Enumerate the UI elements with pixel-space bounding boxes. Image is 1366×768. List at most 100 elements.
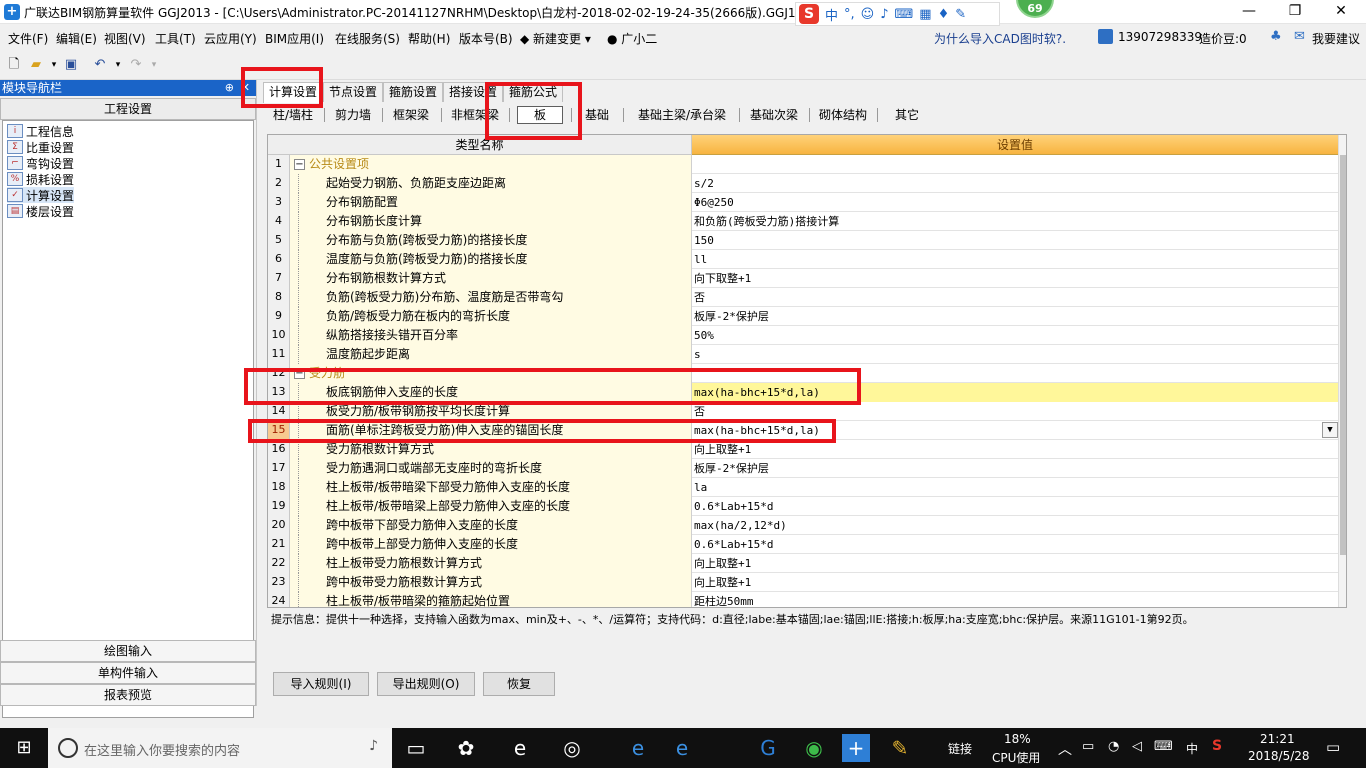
row-value-cell[interactable]: ll xyxy=(692,250,1338,269)
row-name-cell[interactable]: 纵筋搭接接头错开百分率 xyxy=(290,326,692,345)
bell-icon[interactable]: ♣ xyxy=(1270,29,1282,44)
account-phone[interactable]: 13907298339 xyxy=(1118,30,1202,44)
nav-item-loss[interactable]: % 损耗设置 xyxy=(7,171,74,187)
table-row[interactable]: 15 面筋(单标注跨板受力筋)伸入支座的锚固长度 max(ha-bhc+15*d,l… xyxy=(268,421,1338,440)
table-row[interactable]: 11 温度筋起步距离 s xyxy=(268,345,1338,364)
restore-default-button[interactable]: 恢复 xyxy=(483,672,555,696)
export-rules-button[interactable]: 导出规则(O) xyxy=(377,672,475,696)
setting-value[interactable]: 否 xyxy=(694,291,705,304)
task-view-icon[interactable]: ▭ xyxy=(402,734,430,762)
keyboard-tray-icon[interactable]: ⌨ xyxy=(1154,739,1173,754)
tray-monitor-icon[interactable]: ▭ xyxy=(1082,739,1094,754)
table-row[interactable]: 3 分布钢筋配置 Φ6@250 xyxy=(268,193,1338,212)
minimize-button[interactable]: — xyxy=(1226,0,1272,24)
close-button[interactable]: ✕ xyxy=(1318,0,1364,24)
subtab-masonry[interactable]: 砌体结构 xyxy=(813,104,873,126)
menu-help[interactable]: 帮助(H) xyxy=(408,30,450,47)
row-name-cell[interactable]: 柱上板带/板带暗梁的箍筋起始位置 xyxy=(290,592,692,607)
collapse-icon[interactable]: − xyxy=(294,159,305,170)
sogou-tray-icon[interactable]: S xyxy=(1212,738,1222,754)
table-row[interactable]: 8 负筋(跨板受力筋)分布筋、温度筋是否带弯勾 否 xyxy=(268,288,1338,307)
keyboard-icon[interactable]: ⌨ xyxy=(895,7,914,22)
table-row[interactable]: 13 板底钢筋伸入支座的长度 max(ha-bhc+15*d,la) xyxy=(268,383,1338,402)
setting-value[interactable]: 向上取整+1 xyxy=(694,576,751,589)
collapse-icon[interactable]: − xyxy=(294,368,305,379)
setting-value[interactable]: 和负筋(跨板受力筋)搭接计算 xyxy=(694,215,839,228)
tab-calc-settings[interactable]: 计算设置 xyxy=(263,82,324,103)
col-header-value[interactable]: 设置值 xyxy=(692,135,1338,155)
tab-stirrup-settings[interactable]: 箍筋设置 xyxy=(383,82,444,102)
vertical-scrollbar[interactable] xyxy=(1338,135,1346,607)
row-value-cell[interactable]: 50% xyxy=(692,326,1338,345)
table-row[interactable]: 1− 公共设置项 xyxy=(268,155,1338,174)
menu-assistant[interactable]: ● 广小二 xyxy=(607,30,657,47)
open-dropdown-icon[interactable]: ▾ xyxy=(46,57,62,73)
fan-app-icon[interactable]: ✿ xyxy=(452,734,480,762)
ime-toolbar[interactable]: S 中 °, ☺ ♪ ⌨ ▦ ♦ ✎ xyxy=(795,2,1000,26)
table-row[interactable]: 22 柱上板带受力筋根数计算方式 向上取整+1 xyxy=(268,554,1338,573)
row-value-cell[interactable]: 否 xyxy=(692,402,1338,421)
setting-value[interactable]: max(ha-bhc+15*d,la) xyxy=(694,424,820,437)
edge-pinned-icon[interactable]: e xyxy=(624,734,652,762)
edge-icon[interactable]: e xyxy=(506,734,534,762)
glodon-g-icon[interactable]: G xyxy=(754,734,782,762)
row-name-cell[interactable]: 柱上板带/板带暗梁上部受力筋伸入支座的长度 xyxy=(290,497,692,516)
subtab-slab[interactable]: 板 xyxy=(517,106,563,124)
undo-icon[interactable]: ↶ xyxy=(92,57,108,73)
table-row[interactable]: 5 分布筋与负筋(跨板受力筋)的搭接长度 150 xyxy=(268,231,1338,250)
setting-value[interactable]: max(ha/2,12*d) xyxy=(694,519,787,532)
row-value-cell[interactable]: 0.6*Lab+15*d xyxy=(692,497,1338,516)
tab-lap-settings[interactable]: 搭接设置 xyxy=(443,82,504,102)
table-row[interactable]: 4 分布钢筋长度计算 和负筋(跨板受力筋)搭接计算 xyxy=(268,212,1338,231)
tab-node-settings[interactable]: 节点设置 xyxy=(323,82,384,102)
row-name-cell[interactable]: 起始受力钢筋、负筋距支座边距离 xyxy=(290,174,692,193)
setting-value[interactable]: 板厚-2*保护层 xyxy=(694,310,769,323)
row-name-cell[interactable]: 分布钢筋长度计算 xyxy=(290,212,692,231)
ggj-app-icon[interactable]: + xyxy=(842,734,870,762)
setting-value[interactable]: 50% xyxy=(694,329,714,342)
row-value-cell[interactable]: 向上取整+1 xyxy=(692,573,1338,592)
dropdown-arrow-icon[interactable]: ▼ xyxy=(1322,422,1338,438)
row-name-cell[interactable]: 温度筋起步距离 xyxy=(290,345,692,364)
menu-edit[interactable]: 编辑(E) xyxy=(56,30,97,47)
row-value-cell[interactable]: 0.6*Lab+15*d xyxy=(692,535,1338,554)
row-value-cell[interactable]: 150 xyxy=(692,231,1338,250)
microphone-icon[interactable]: ♪ xyxy=(369,738,378,754)
row-value-cell[interactable]: 距柱边50mm xyxy=(692,592,1338,607)
taskbar-search-input[interactable]: 在这里输入你要搜索的内容 xyxy=(84,740,240,759)
nav-item-floors[interactable]: ▤ 楼层设置 xyxy=(7,203,74,219)
mic-icon[interactable]: ♪ xyxy=(880,7,888,22)
ime-tray[interactable]: 中 xyxy=(1186,740,1198,757)
ie-icon[interactable]: e xyxy=(668,734,696,762)
row-value-cell[interactable]: max(ha/2,12*d) xyxy=(692,516,1338,535)
row-name-cell[interactable]: 板底钢筋伸入支座的长度 xyxy=(290,383,692,402)
redo-dropdown-icon[interactable]: ▾ xyxy=(146,57,162,73)
row-name-cell[interactable]: 温度筋与负筋(跨板受力筋)的搭接长度 xyxy=(290,250,692,269)
table-row[interactable]: 7 分布钢筋根数计算方式 向下取整+1 xyxy=(268,269,1338,288)
row-value-cell[interactable]: 向上取整+1 xyxy=(692,554,1338,573)
row-name-cell[interactable]: 跨中板带受力筋根数计算方式 xyxy=(290,573,692,592)
subtab-column[interactable]: 柱/墙柱 xyxy=(265,104,321,126)
setting-value[interactable]: s xyxy=(694,348,701,361)
row-value-cell[interactable]: max(ha-bhc+15*d,la) xyxy=(692,383,1338,402)
cad-help-link[interactable]: 为什么导入CAD图时软?. xyxy=(934,30,1066,47)
scroll-thumb[interactable] xyxy=(1340,155,1346,555)
setting-value[interactable]: 0.6*Lab+15*d xyxy=(694,538,773,551)
setting-value[interactable]: la xyxy=(694,481,707,494)
shirt-icon[interactable]: ♦ xyxy=(938,7,950,22)
notes-icon[interactable]: ✎ xyxy=(886,734,914,762)
subtab-shear-wall[interactable]: 剪力墙 xyxy=(327,104,379,126)
row-name-cell[interactable]: 分布筋与负筋(跨板受力筋)的搭接长度 xyxy=(290,231,692,250)
table-row[interactable]: 6 温度筋与负筋(跨板受力筋)的搭接长度 ll xyxy=(268,250,1338,269)
table-row[interactable]: 10 纵筋搭接接头错开百分率 50% xyxy=(268,326,1338,345)
subtab-frame-beam[interactable]: 框架梁 xyxy=(385,104,437,126)
table-row[interactable]: 21 跨中板带上部受力筋伸入支座的长度 0.6*Lab+15*d xyxy=(268,535,1338,554)
import-rules-button[interactable]: 导入规则(I) xyxy=(273,672,369,696)
setting-value[interactable]: 否 xyxy=(694,405,705,418)
menu-view[interactable]: 视图(V) xyxy=(104,30,146,47)
row-value-cell[interactable]: Φ6@250 xyxy=(692,193,1338,212)
row-value-cell[interactable]: 否 xyxy=(692,288,1338,307)
tab-stirrup-formula[interactable]: 箍筋公式 xyxy=(503,82,564,102)
row-name-cell[interactable]: − 受力筋 xyxy=(290,364,692,383)
row-name-cell[interactable]: 板受力筋/板带钢筋按平均长度计算 xyxy=(290,402,692,421)
